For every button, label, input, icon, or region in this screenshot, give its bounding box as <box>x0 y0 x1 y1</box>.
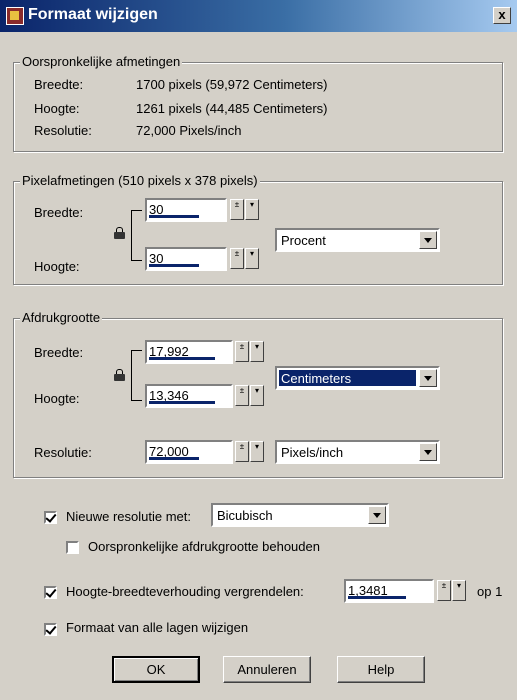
resample-checkbox[interactable] <box>44 511 57 524</box>
pixel-width-input[interactable]: 30 <box>145 198 227 222</box>
print-height-input[interactable]: 13,346 <box>145 384 233 408</box>
app-icon <box>6 7 24 25</box>
print-width-stepper-icon[interactable]: ± <box>235 341 249 362</box>
print-link-bracket <box>131 350 142 401</box>
print-resolution-spinner[interactable]: 72,000 ± ▾ <box>145 440 270 464</box>
resize-all-layers-label: Formaat van alle lagen wijzigen <box>66 620 249 635</box>
print-resolution-dropdown-icon[interactable]: ▾ <box>250 441 264 462</box>
pixel-lock-icon[interactable] <box>114 227 125 240</box>
original-resolution-label: Resolutie: <box>34 123 92 138</box>
help-button[interactable]: Help <box>337 656 425 683</box>
chevron-down-icon[interactable] <box>368 506 386 524</box>
pixel-height-spinner[interactable]: 30 ± ▾ <box>145 247 260 271</box>
keep-print-size-checkbox[interactable] <box>66 541 79 554</box>
dialog-title: Formaat wijzigen <box>28 6 158 23</box>
print-resolution-unit-select[interactable]: Pixels/inch <box>275 440 440 464</box>
print-resolution-stepper-icon[interactable]: ± <box>235 441 249 462</box>
resample-method-select[interactable]: Bicubisch <box>211 503 389 527</box>
pixel-width-label: Breedte: <box>34 205 84 220</box>
resize-dialog: Formaat wijzigen x Oorspronkelijke afmet… <box>0 0 517 700</box>
print-size-legend: Afdrukgrootte <box>20 310 103 325</box>
pixel-dimensions-legend: Pixelafmetingen (510 pixels x 378 pixels… <box>20 173 260 188</box>
print-height-spinner[interactable]: 13,346 ± ▾ <box>145 384 270 408</box>
aspect-suffix: op 1 <box>477 584 503 599</box>
chevron-down-icon[interactable] <box>419 443 437 461</box>
print-width-spinner[interactable]: 17,992 ± ▾ <box>145 340 270 364</box>
resize-all-layers-checkbox[interactable] <box>44 623 57 636</box>
original-width-label: Breedte: <box>34 77 84 92</box>
pixel-width-stepper-icon[interactable]: ± <box>230 199 244 220</box>
print-height-dropdown-icon[interactable]: ▾ <box>250 385 264 406</box>
print-width-label: Breedte: <box>34 345 84 360</box>
lock-aspect-ratio-label: Hoogte-breedteverhouding vergrendelen: <box>66 584 304 599</box>
aspect-ratio-spinner[interactable]: 1,3481 ± ▾ <box>344 579 472 603</box>
cancel-button[interactable]: Annuleren <box>223 656 311 683</box>
aspect-stepper-icon[interactable]: ± <box>437 580 451 601</box>
pixel-link-bracket <box>131 210 142 261</box>
original-width-value: 1700 pixels (59,972 Centimeters) <box>136 77 328 92</box>
print-height-label: Hoogte: <box>34 391 80 406</box>
pixel-width-dropdown-icon[interactable]: ▾ <box>245 199 259 220</box>
title-bar: Formaat wijzigen x <box>0 0 517 32</box>
close-button[interactable]: x <box>493 7 511 24</box>
pixel-height-dropdown-icon[interactable]: ▾ <box>245 248 259 269</box>
print-resolution-label: Resolutie: <box>34 445 92 460</box>
print-width-input[interactable]: 17,992 <box>145 340 233 364</box>
keep-print-size-label: Oorspronkelijke afdrukgrootte behouden <box>88 539 320 554</box>
print-unit-select[interactable]: Centimeters <box>275 366 440 390</box>
print-lock-icon[interactable] <box>114 369 125 382</box>
pixel-height-label: Hoogte: <box>34 259 80 274</box>
original-dimensions-legend: Oorspronkelijke afmetingen <box>20 54 183 69</box>
aspect-dropdown-icon[interactable]: ▾ <box>452 580 466 601</box>
resample-label: Nieuwe resolutie met: <box>66 509 191 524</box>
print-resolution-input[interactable]: 72,000 <box>145 440 233 464</box>
ok-button[interactable]: OK <box>112 656 200 683</box>
print-height-stepper-icon[interactable]: ± <box>235 385 249 406</box>
lock-aspect-ratio-checkbox[interactable] <box>44 586 57 599</box>
aspect-ratio-input[interactable]: 1,3481 <box>344 579 434 603</box>
original-height-label: Hoogte: <box>34 101 80 116</box>
pixel-width-spinner[interactable]: 30 ± ▾ <box>145 198 260 222</box>
original-resolution-value: 72,000 Pixels/inch <box>136 123 242 138</box>
pixel-unit-select[interactable]: Procent <box>275 228 440 252</box>
print-width-dropdown-icon[interactable]: ▾ <box>250 341 264 362</box>
chevron-down-icon[interactable] <box>419 369 437 387</box>
chevron-down-icon[interactable] <box>419 231 437 249</box>
pixel-height-input[interactable]: 30 <box>145 247 227 271</box>
original-height-value: 1261 pixels (44,485 Centimeters) <box>136 101 328 116</box>
pixel-height-stepper-icon[interactable]: ± <box>230 248 244 269</box>
